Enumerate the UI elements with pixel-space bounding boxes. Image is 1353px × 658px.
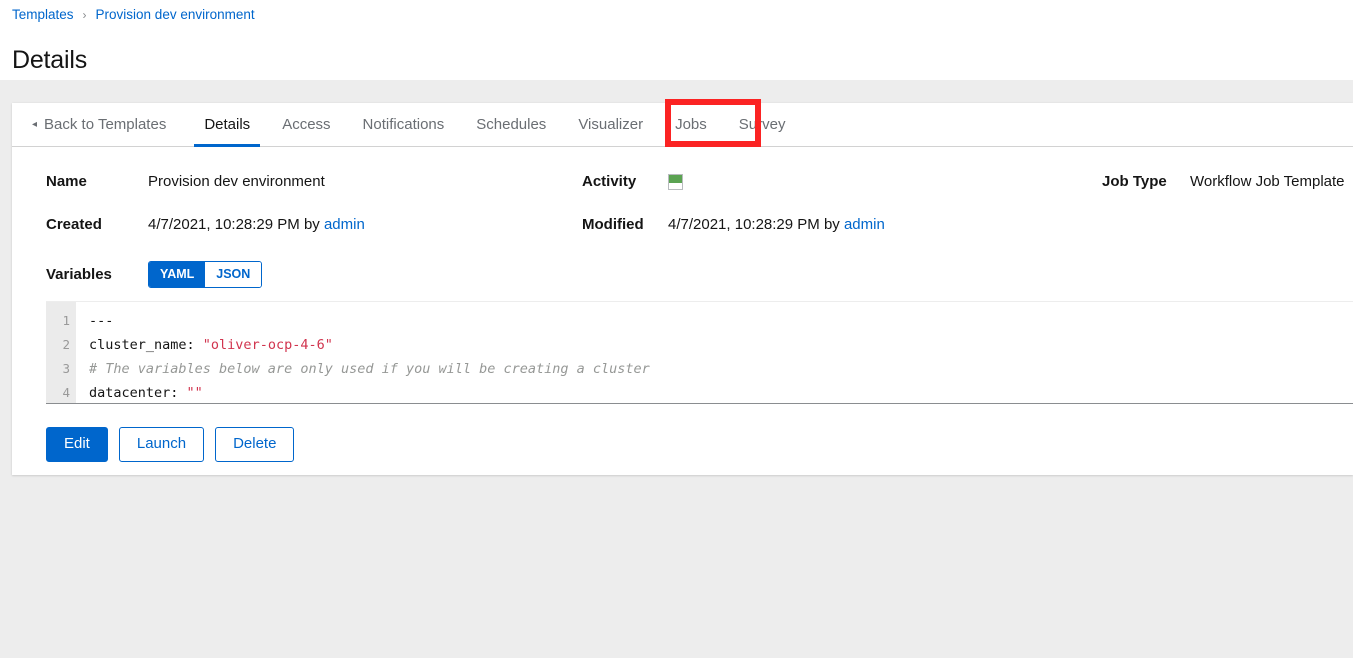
tab-survey-label: Survey [738,116,786,133]
variables-row: Variables YAML JSON [12,261,1353,289]
code-line: datacenter: "" [89,381,1353,403]
toggle-yaml-button[interactable]: YAML [149,262,206,288]
tab-access[interactable]: Access [266,103,346,146]
code-line: --- [89,309,1353,333]
variables-format-toggle: YAML JSON [148,261,263,289]
tab-bar: ◂ Back to Templates Details Access Notif… [12,99,1353,147]
details-page: Templates › Provision dev environment De… [0,0,1353,658]
code-plain: --- [89,313,114,330]
breadcrumb-link-templates[interactable]: Templates [12,6,74,24]
modified-by-user-link[interactable]: admin [844,216,885,233]
code-line: cluster_name: "oliver-ocp-4-6" [89,333,1353,357]
tab-access-label: Access [282,116,331,133]
tab-notifications[interactable]: Notifications [347,103,461,146]
tab-schedules[interactable]: Schedules [460,103,562,146]
line-number: 3 [62,361,70,377]
page-title: Details [12,45,88,74]
grid-spacer-2 [1190,190,1353,233]
details-field-grid: Name Provision dev environment Activity … [12,147,1353,233]
tab-visualizer-label: Visualizer [578,116,644,133]
action-button-row: Edit Launch Delete [46,427,1353,463]
activity-sparkline-icon[interactable] [668,174,683,191]
tab-notifications-label: Notifications [362,116,445,133]
delete-button[interactable]: Delete [215,427,295,463]
code-comment: # The variables below are only used if y… [89,361,650,378]
chevron-right-icon: › [82,8,87,22]
tab-details[interactable]: Details [188,103,266,147]
tab-back-label: Back to Templates [44,116,167,133]
field-value-created: 4/7/2021, 10:28:29 PM by admin [148,190,582,233]
modified-timestamp: 4/7/2021, 10:28:29 PM by [668,216,844,234]
field-label-name: Name [46,173,87,190]
tab-back-to-templates[interactable]: ◂ Back to Templates [12,103,188,146]
field-value-activity [668,147,1102,191]
variables-label: Variables [46,266,112,284]
details-card: ◂ Back to Templates Details Access Notif… [12,99,1353,475]
line-number: 2 [62,337,70,353]
created-by-user-link[interactable]: admin [324,216,365,233]
field-label-modified: Modified [582,216,644,234]
created-timestamp: 4/7/2021, 10:28:29 PM by [148,216,324,234]
caret-left-icon: ◂ [32,118,38,130]
field-value-job-type: Workflow Job Template [1190,173,1345,190]
field-value-modified: 4/7/2021, 10:28:29 PM by admin [668,190,1102,233]
breadcrumb: Templates › Provision dev environment [12,6,255,24]
grid-spacer-1 [1102,190,1190,233]
tab-visualizer[interactable]: Visualizer [562,103,659,146]
details-body: Name Provision dev environment Activity … [12,147,1353,463]
code-line: # The variables below are only used if y… [89,357,1353,381]
line-number: 4 [62,385,70,401]
tab-survey[interactable]: Survey [723,103,802,146]
code-plain: datacenter: [89,385,187,402]
field-label-activity: Activity [582,173,637,190]
line-number: 1 [62,313,70,329]
tab-schedules-label: Schedules [476,116,547,133]
editor-line-number-gutter: 1 2 3 4 [46,302,76,404]
code-string: "" [186,385,203,402]
editor-code-area[interactable]: --- cluster_name: "oliver-ocp-4-6" # The… [76,302,1353,403]
toggle-json-button[interactable]: JSON [205,262,262,288]
tab-details-label: Details [204,116,251,133]
code-plain: cluster_name: [89,337,203,354]
tab-jobs-label: Jobs [675,116,707,133]
field-label-job-type: Job Type [1102,173,1167,190]
variables-code-editor[interactable]: 1 2 3 4 --- cluster_name: "oliver-ocp-4-… [46,301,1353,405]
edit-button[interactable]: Edit [46,427,108,463]
field-value-name: Provision dev environment [148,173,325,190]
tab-jobs[interactable]: Jobs [659,103,723,147]
activity-bar [669,175,682,183]
launch-button[interactable]: Launch [118,427,205,463]
code-string: "oliver-ocp-4-6" [202,337,333,354]
field-label-created: Created [46,216,102,234]
breadcrumb-current-item[interactable]: Provision dev environment [96,6,255,24]
